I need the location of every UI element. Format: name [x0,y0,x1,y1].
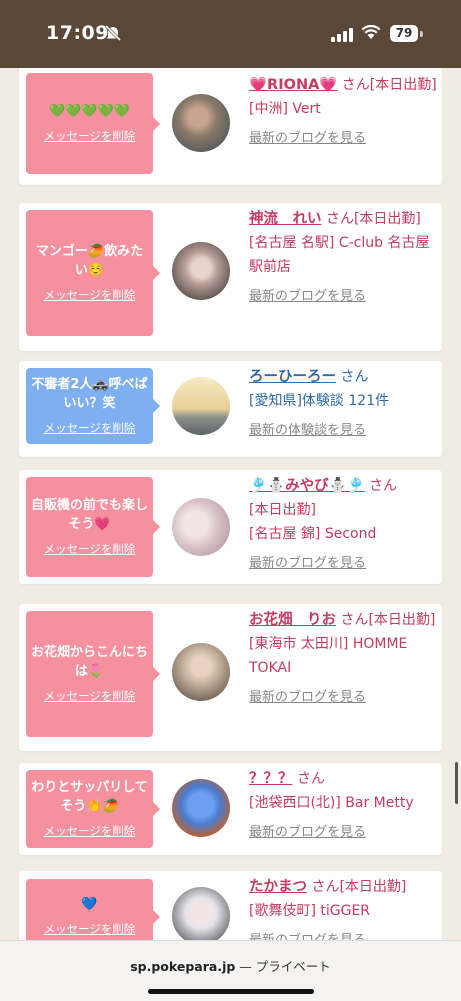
bubble-tail [153,399,160,413]
message-card: 不審者2人🚓呼べばいい？笑 メッセージを削除 ろーひーろー さん [愛知県]体験… [19,361,442,457]
user-suffix: さん [296,771,325,787]
wifi-icon [361,24,381,44]
message-feed[interactable]: 💚💚💚💚💚 メッセージを削除 💗RIONA💗 さん[本日出勤] [中洲] Ver… [0,68,461,940]
url-domain: sp.pokepara.jp [130,959,236,974]
message-bubble: 自販機の前でも楽しそう💗 メッセージを削除 [26,477,160,577]
message-text: 💙 [81,897,98,912]
user-name-link[interactable]: たかまつ [249,879,307,895]
user-suffix: さん[本日出勤] [325,211,421,227]
message-bubble: 💙 メッセージを削除 [26,879,160,940]
url-bar[interactable]: sp.pokepara.jp — プライベート [0,940,461,1001]
cell-signal-icon [331,27,353,46]
delete-message-link[interactable]: メッセージを削除 [44,920,136,939]
shop-area: [東海市 太田川] HOMME TOKAI [249,636,408,676]
user-name-link[interactable]: 神流 れい [249,211,322,227]
bubble-tail [153,802,160,816]
message-text: 💚💚💚💚💚 [49,103,130,119]
avatar[interactable] [172,887,230,940]
avatar[interactable] [172,242,230,300]
avatar[interactable] [172,94,230,152]
scrollbar[interactable] [455,762,458,804]
home-indicator[interactable] [148,989,314,994]
message-bubble: マンゴー🥭飲みたい☺️ メッセージを削除 [26,210,160,336]
message-card: 💙 メッセージを削除 たかまつ さん[本日出勤] [歌舞伎町] tiGGER 最… [19,871,442,940]
avatar[interactable] [172,643,230,701]
delete-message-link[interactable]: メッセージを削除 [44,822,136,841]
latest-blog-link[interactable]: 最新のブログを見る [249,552,439,571]
message-card: 💚💚💚💚💚 メッセージを削除 💗RIONA💗 さん[本日出勤] [中洲] Ver… [19,68,442,185]
bubble-tail [153,910,160,924]
avatar[interactable] [172,779,230,837]
bubble-tail [153,116,160,131]
delete-message-link[interactable]: メッセージを削除 [44,540,136,559]
user-name-link[interactable]: お花畑 りお [249,612,336,628]
review-count: [愛知県]体験談 121件 [249,393,390,409]
delete-message-link[interactable]: メッセージを削除 [44,687,136,706]
latest-blog-link[interactable]: 最新のブログを見る [249,686,439,705]
avatar[interactable] [172,377,230,435]
latest-review-link[interactable]: 最新の体験談を見る [249,419,439,438]
bubble-tail [153,667,160,681]
shop-area: [名古屋 名駅] C-club 名古屋駅前店 [249,235,430,275]
bubble-tail [153,520,160,534]
battery-indicator: 79 [390,25,418,42]
bell-muted-icon [104,24,122,46]
url-display[interactable]: sp.pokepara.jp — プライベート [0,956,461,975]
message-text: マンゴー🥭飲みたい☺️ [35,243,144,278]
user-suffix: さん[本日出勤] [340,612,436,628]
status-time: 17:09 [46,22,109,44]
bubble-tail [153,266,160,280]
user-suffix: さん [369,478,398,494]
user-suffix: さん[本日出勤] [341,77,437,93]
shop-area: [池袋西口(北)] Bar Metty [249,795,414,811]
message-text: 自販機の前でも楽しそう💗 [31,497,149,532]
message-bubble: お花畑からこんにちは🌷 メッセージを削除 [26,611,160,737]
delete-message-link[interactable]: メッセージを削除 [44,127,136,146]
user-name-link[interactable]: 🎐⛄みやび⛄🎐 [249,478,365,494]
shop-area: [歌舞伎町] tiGGER [249,903,371,919]
message-card: マンゴー🥭飲みたい☺️ メッセージを削除 神流 れい さん[本日出勤] [名古屋… [19,203,442,351]
message-text: 不審者2人🚓呼べばいい？笑 [31,376,148,411]
latest-blog-link[interactable]: 最新のブログを見る [249,929,439,940]
battery-tip [420,31,423,37]
message-bubble: わりとサッパリしてそう👏🥭 メッセージを削除 [26,770,160,848]
user-name-link[interactable]: ？？？ [249,771,293,787]
user-suffix: さん[本日出勤] [311,879,407,895]
user-name-link[interactable]: 💗RIONA💗 [249,77,337,93]
shop-area: [名古屋 錦] Second [249,526,377,542]
message-card: 自販機の前でも楽しそう💗 メッセージを削除 🎐⛄みやび⛄🎐 さん [本日出勤] … [19,470,442,584]
message-card: お花畑からこんにちは🌷 メッセージを削除 お花畑 りお さん[本日出勤] [東海… [19,604,442,751]
shop-area: [中洲] Vert [249,101,321,117]
message-bubble: 💚💚💚💚💚 メッセージを削除 [26,73,160,174]
private-mode-label: — プライベート [239,959,331,974]
message-text: わりとサッパリしてそう👏🥭 [31,779,148,814]
delete-message-link[interactable]: メッセージを削除 [44,286,136,305]
work-status: [本日出勤] [249,502,316,518]
avatar[interactable] [172,498,230,556]
latest-blog-link[interactable]: 最新のブログを見る [249,285,439,304]
message-card: わりとサッパリしてそう👏🥭 メッセージを削除 ？？？ さん [池袋西口(北)] … [19,763,442,855]
latest-blog-link[interactable]: 最新のブログを見る [249,127,439,146]
delete-message-link[interactable]: メッセージを削除 [44,419,136,438]
message-bubble: 不審者2人🚓呼べばいい？笑 メッセージを削除 [26,368,160,444]
user-suffix: さん [340,369,369,385]
latest-blog-link[interactable]: 最新のブログを見る [249,821,439,840]
user-name-link[interactable]: ろーひーろー [249,369,336,385]
message-text: お花畑からこんにちは🌷 [31,644,149,679]
status-bar: 17:09 79 [0,0,461,68]
